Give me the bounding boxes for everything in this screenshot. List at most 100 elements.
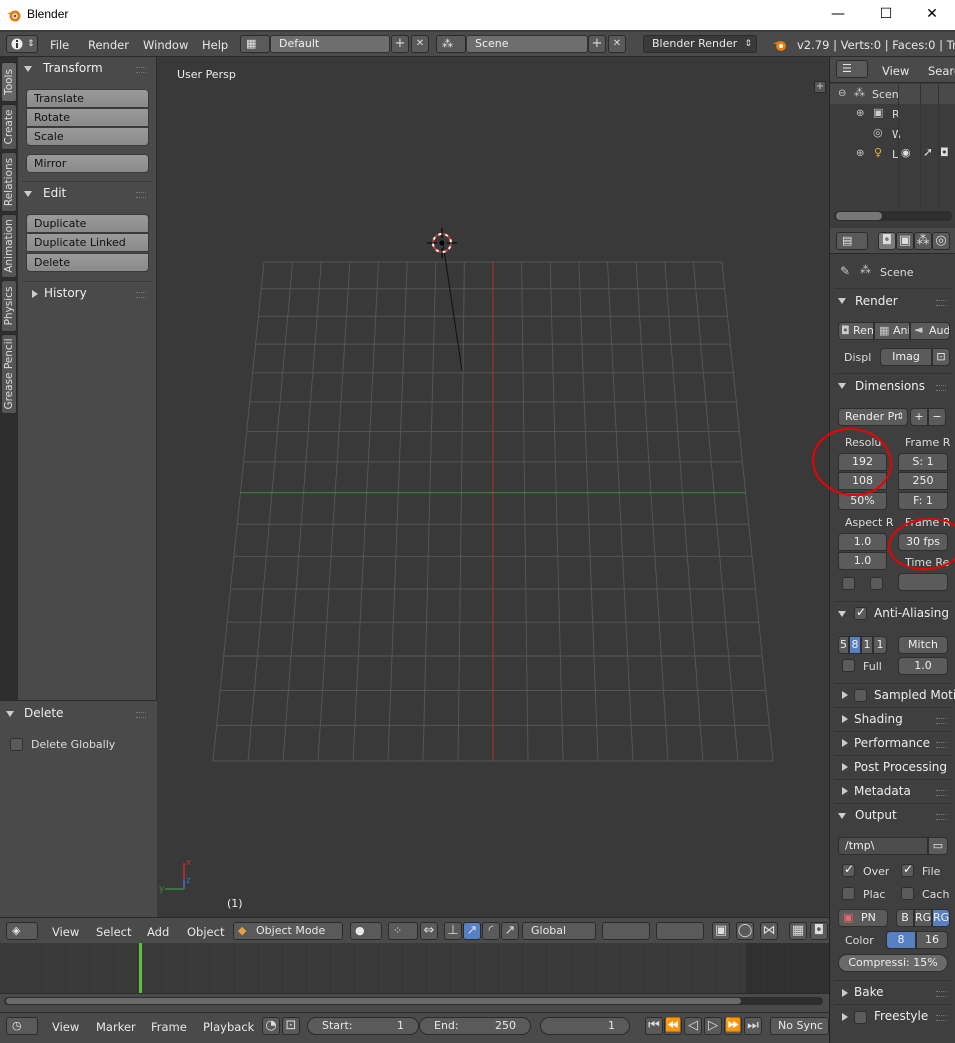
color-rgb-button[interactable]: RG	[914, 909, 932, 927]
lock-time-icon[interactable]: ⊡	[282, 1017, 300, 1035]
maximize-button[interactable]: ☐	[874, 3, 898, 27]
scale-manipulator-icon[interactable]: ↗	[501, 922, 519, 940]
lock-interface-button[interactable]: ⊡	[932, 348, 950, 366]
remove-layout-button[interactable]: ✕	[411, 35, 429, 53]
overwrite-checkbox[interactable]	[842, 862, 855, 877]
viewport-shading-select[interactable]: ●	[350, 922, 382, 940]
file-extensions-checkbox[interactable]	[901, 862, 914, 877]
placeholders-checkbox[interactable]	[842, 887, 855, 900]
collapse-render-icon[interactable]	[838, 298, 846, 304]
outliner-editor-type[interactable]: ☰	[836, 60, 868, 78]
filter-size-field[interactable]: 1.0	[898, 657, 948, 675]
delete-globally-checkbox[interactable]	[10, 738, 23, 751]
menu-help[interactable]: Help	[202, 38, 228, 52]
properties-editor-type[interactable]: ▤	[836, 232, 868, 250]
timeline-frame-menu[interactable]: Frame	[151, 1020, 187, 1034]
timeline-playback-menu[interactable]: Playback	[203, 1020, 254, 1034]
outliner-scene-label[interactable]: Scene	[872, 88, 898, 101]
color-bw-button[interactable]: B	[896, 909, 914, 927]
rotate-manipulator-icon[interactable]: ◜	[482, 922, 500, 940]
compression-slider[interactable]: Compressi: 15%	[838, 954, 948, 972]
menu-render[interactable]: Render	[88, 38, 129, 52]
transform-panel-title[interactable]: Transform	[43, 61, 103, 75]
add-menu[interactable]: Add	[147, 925, 169, 939]
expand-history-icon[interactable]	[32, 290, 38, 298]
translate-button[interactable]: Translate	[26, 89, 149, 108]
delete-button[interactable]: Delete	[26, 253, 149, 272]
screen-layout-selector[interactable]: ▦	[240, 35, 270, 53]
render-engine-select[interactable]: Blender Render ⇕	[643, 35, 757, 53]
color-rgba-button[interactable]: RG	[932, 909, 950, 927]
tab-grease-pencil[interactable]: Grease Pencil	[1, 334, 17, 414]
panel-grip-icon[interactable]	[936, 1015, 946, 1021]
operator-panel-title[interactable]: Delete	[24, 706, 63, 720]
jump-to-end-icon[interactable]: ⏭	[744, 1017, 762, 1035]
collapse-dimensions-icon[interactable]	[838, 383, 846, 389]
frame-step-field[interactable]: F: 1	[898, 492, 948, 510]
timeline-editor-type[interactable]: ◷	[6, 1017, 38, 1035]
transform-manipulator-icon[interactable]: ⊥	[444, 922, 462, 940]
tab-animation[interactable]: Animation	[1, 214, 17, 278]
expand-post-processing-icon[interactable]	[842, 763, 848, 771]
expand-render-layers-icon[interactable]: ⊕	[856, 108, 864, 119]
collapse-output-icon[interactable]	[838, 813, 846, 819]
world-context-button[interactable]: ◎	[932, 232, 950, 250]
cache-result-checkbox[interactable]	[901, 887, 914, 900]
post-processing-panel-title[interactable]: Post Processing	[854, 760, 947, 774]
close-button[interactable]: ✕	[920, 3, 944, 27]
add-scene-button[interactable]: +	[588, 35, 606, 53]
layers-grid-right[interactable]	[656, 922, 704, 940]
panel-grip-icon[interactable]	[136, 67, 146, 73]
manipulator-toggle-icon[interactable]: ⇔	[420, 922, 438, 940]
add-preset-button[interactable]: +	[910, 408, 928, 426]
color-depth-16-button[interactable]: 16	[916, 931, 948, 949]
motion-blur-checkbox[interactable]	[854, 689, 867, 702]
shading-panel-title[interactable]: Shading	[854, 712, 903, 726]
jump-to-keyframe-back-icon[interactable]: ⏪	[664, 1017, 682, 1035]
tab-tools[interactable]: Tools	[1, 62, 17, 102]
transform-orientation-select[interactable]: Global	[522, 922, 596, 940]
aa-samples-8[interactable]: 8	[849, 636, 861, 654]
rotate-button[interactable]: Rotate	[26, 108, 149, 127]
eye-visibility-icon[interactable]: ◉	[901, 146, 911, 159]
render-opengl-icon[interactable]: ◘	[810, 922, 828, 940]
render-presets-select[interactable]: Render Pr ⇕	[838, 408, 908, 426]
aa-samples-16[interactable]: 1	[873, 636, 887, 654]
collapse-operator-icon[interactable]	[6, 711, 14, 717]
frame-end-field[interactable]: 250	[898, 472, 948, 490]
edit-panel-title[interactable]: Edit	[43, 186, 66, 200]
menu-window[interactable]: Window	[143, 38, 188, 52]
panel-grip-icon[interactable]	[936, 300, 946, 306]
duplicate-button[interactable]: Duplicate	[26, 214, 149, 233]
full-sample-checkbox[interactable]	[842, 659, 855, 672]
use-preview-range-icon[interactable]: ◔	[262, 1017, 280, 1035]
select-menu[interactable]: Select	[96, 925, 131, 939]
outliner-view-menu[interactable]: View	[882, 64, 909, 78]
outliner-scrollbar-thumb[interactable]	[836, 212, 882, 220]
antialiasing-checkbox[interactable]	[854, 605, 867, 620]
menu-file[interactable]: File	[50, 38, 69, 52]
snap-element-icon[interactable]: ⋈	[760, 922, 778, 940]
browse-folder-icon[interactable]: ▭	[928, 837, 948, 855]
expand-performance-icon[interactable]	[842, 739, 848, 747]
start-frame-field[interactable]: Start: 1	[307, 1017, 419, 1035]
frame-start-field[interactable]: S: 1	[898, 453, 948, 471]
panel-grip-icon[interactable]	[136, 712, 146, 718]
metadata-panel-title[interactable]: Metadata	[854, 784, 911, 798]
current-frame-marker[interactable]	[139, 943, 142, 995]
remove-preset-button[interactable]: −	[928, 408, 946, 426]
panel-grip-icon[interactable]	[936, 790, 946, 796]
aa-samples-11[interactable]: 1	[861, 636, 873, 654]
sync-mode-select[interactable]: No Sync	[770, 1017, 829, 1035]
tab-create[interactable]: Create	[1, 104, 17, 150]
object-menu[interactable]: Object	[187, 925, 224, 939]
play-reverse-icon[interactable]: ◁	[684, 1017, 702, 1035]
freestyle-checkbox[interactable]	[854, 1011, 867, 1024]
crop-checkbox[interactable]	[870, 577, 883, 590]
pivot-point-select[interactable]: ⁘	[388, 922, 418, 940]
pin-icon[interactable]: ✎	[840, 264, 850, 278]
expand-sampled-motion-icon[interactable]	[842, 691, 848, 699]
panel-grip-icon[interactable]	[936, 385, 946, 391]
collapse-antialiasing-icon[interactable]	[838, 611, 846, 617]
duplicate-linked-button[interactable]: Duplicate Linked	[26, 233, 149, 252]
